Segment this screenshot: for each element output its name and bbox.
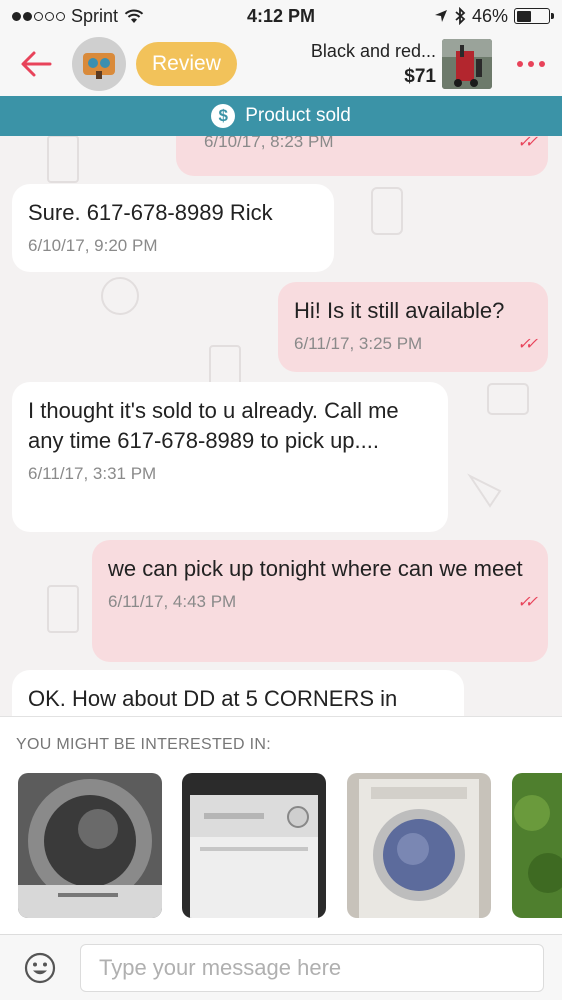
message-timestamp: 6/11/17, 4:43 PM: [108, 592, 237, 611]
message-meta: 6/11/17, 4:43 PM ✓✓: [108, 592, 538, 612]
message-text: Sure. 617-678-8989 Rick: [28, 200, 273, 225]
message-timestamp: 6/11/17, 3:31 PM: [28, 464, 157, 483]
avatar-icon: [83, 53, 115, 79]
washer-top-photo-icon: [182, 773, 326, 918]
battery-percent: 46%: [471, 5, 508, 26]
dryer-drum-photo-icon: [18, 773, 162, 918]
battery-icon: [514, 8, 554, 24]
suggested-item-card[interactable]: [182, 773, 326, 918]
suggested-item-card[interactable]: [18, 773, 162, 918]
status-left: Sprint: [12, 6, 212, 27]
message-text: we can pick up tonight where can we meet: [108, 556, 523, 581]
emoji-button[interactable]: [0, 952, 80, 984]
message-text: Hi! Is it still available?: [294, 298, 505, 323]
dollar-icon: $: [211, 104, 236, 128]
message-bubble-outgoing[interactable]: 6/10/17, 8:23 PM ✓✓: [176, 136, 548, 176]
battery-level: [516, 10, 531, 22]
product-title: Black and red...: [310, 40, 436, 61]
message-meta: 6/11/17, 3:31 PM: [28, 464, 432, 484]
read-receipt-icon: ✓✓: [517, 594, 538, 611]
message-bubble-incoming[interactable]: Sure. 617-678-8989 Rick 6/10/17, 9:20 PM: [12, 184, 334, 272]
back-button[interactable]: [0, 32, 72, 96]
message-meta: 6/10/17, 8:23 PM ✓✓: [192, 136, 538, 152]
pressure-washer-photo-icon: [442, 39, 492, 89]
suggested-item-card[interactable]: [347, 773, 491, 918]
signal-strength-icon: [12, 11, 65, 21]
suggested-items-panel: YOU MIGHT BE INTERESTED IN:: [0, 716, 562, 934]
status-right: 46%: [350, 5, 554, 27]
front-load-washer-photo-icon: [347, 773, 491, 918]
message-bubble-outgoing[interactable]: we can pick up tonight where can we meet…: [92, 540, 548, 662]
product-thumbnail[interactable]: [442, 39, 492, 89]
read-receipt-icon: ✓✓: [517, 136, 538, 151]
location-arrow-icon: [434, 10, 447, 22]
message-timestamp: 6/10/17, 8:23 PM: [204, 136, 334, 151]
message-meta: 6/10/17, 9:20 PM: [28, 236, 318, 256]
suggested-items-title: YOU MIGHT BE INTERESTED IN:: [16, 736, 271, 753]
bluetooth-icon: [455, 7, 466, 25]
smiley-icon: [24, 952, 56, 983]
more-dot: [539, 61, 545, 67]
message-composer: [0, 934, 562, 1000]
message-text: I thought it's sold to u already. Call m…: [28, 398, 399, 453]
product-summary[interactable]: Black and red... $71: [311, 41, 436, 88]
product-price: $71: [404, 65, 436, 87]
message-meta: 6/11/17, 3:25 PM ✓✓: [294, 334, 538, 354]
message-bubble-incoming[interactable]: OK. How about DD at 5 CORNERS in: [12, 670, 464, 716]
wifi-icon: [124, 9, 144, 23]
suggested-item-card[interactable]: [512, 773, 562, 918]
more-options-button[interactable]: [506, 61, 556, 67]
grass-photo-icon: [512, 773, 562, 918]
user-avatar[interactable]: [72, 37, 126, 91]
conversation-header: Review Black and red... $71: [0, 32, 562, 96]
clock: 4:12 PM: [246, 5, 316, 26]
product-sold-banner: $ Product sold: [0, 96, 562, 136]
suggested-items-carousel[interactable]: [18, 773, 562, 918]
message-timestamp: 6/11/17, 3:25 PM: [294, 334, 423, 353]
message-bubble-incoming[interactable]: I thought it's sold to u already. Call m…: [12, 382, 448, 532]
message-input[interactable]: [80, 943, 544, 992]
back-arrow-icon: [21, 51, 52, 77]
banner-text: Product sold: [245, 105, 351, 126]
review-button[interactable]: Review: [136, 42, 237, 86]
more-dot: [528, 61, 534, 67]
more-dot: [517, 61, 523, 67]
chat-thread[interactable]: 6/10/17, 8:23 PM ✓✓ Sure. 617-678-8989 R…: [0, 136, 562, 716]
message-bubble-outgoing[interactable]: Hi! Is it still available? 6/11/17, 3:25…: [278, 282, 548, 372]
carrier-name: Sprint: [71, 5, 119, 26]
read-receipt-icon: ✓✓: [517, 336, 538, 353]
status-bar: Sprint 4:12 PM 46%: [0, 0, 562, 32]
message-timestamp: 6/10/17, 9:20 PM: [28, 236, 158, 255]
message-text: OK. How about DD at 5 CORNERS in: [28, 686, 398, 711]
